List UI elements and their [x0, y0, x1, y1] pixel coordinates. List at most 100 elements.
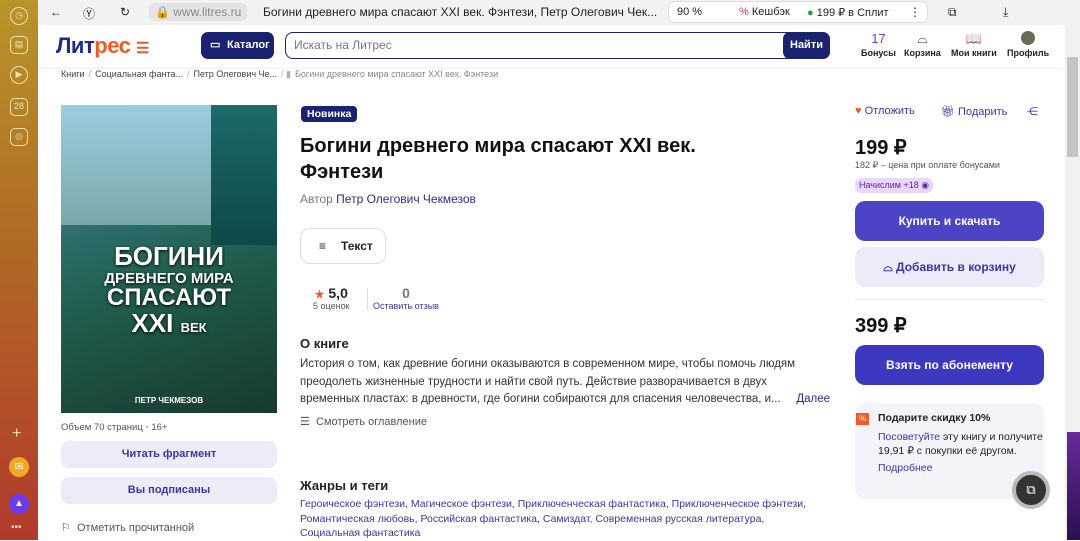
tag-link[interactable]: Героическое фэнтези [300, 498, 405, 510]
subscribe-button[interactable]: Взять по абонементу [855, 345, 1044, 385]
split-label: 199 ₽ в Сплит [816, 7, 889, 19]
profile-label: Профиль [1007, 48, 1050, 58]
cart-label: Корзина [904, 48, 941, 58]
breadcrumb-item[interactable]: Петр Олегович Че... [193, 69, 277, 79]
download-icon[interactable]: ⤓ [1003, 5, 1008, 20]
mail-icon[interactable]: ✉ [9, 457, 29, 477]
media-icon[interactable]: ▶ [10, 66, 28, 84]
basket-icon: ⌓ [917, 31, 928, 46]
tag-link[interactable]: Социальная фантастика [300, 527, 420, 539]
logo-accent: рес [94, 33, 131, 58]
share-icon[interactable]: ⋲ [1027, 105, 1038, 118]
reviews[interactable]: 0 Оставить отзыв [373, 285, 439, 311]
new-badge: Новинка [301, 106, 358, 122]
tab-title: Богини древнего мира спасают XXI век. Фэ… [263, 5, 658, 19]
breadcrumb-item[interactable]: Социальная фанта... [95, 69, 183, 79]
bonus-link[interactable]: 17 Бонусы [861, 31, 896, 58]
tag-link[interactable]: Российская фантастика [421, 513, 538, 525]
catalog-label: Каталог [227, 39, 270, 51]
basket-icon: ⌓ [883, 260, 893, 274]
book-icon: 📖 [965, 31, 982, 46]
breadcrumb: Книги / Социальная фанта... / Петр Олегович … [61, 69, 499, 79]
toc-link[interactable]: ☰ Смотреть оглавление [300, 415, 427, 428]
discount-icon: % [856, 413, 869, 425]
buy-button[interactable]: Купить и скачать [855, 201, 1044, 241]
cashback-label: Кешбэк [751, 6, 790, 18]
my-books-link[interactable]: 📖 Мои книги [951, 31, 997, 58]
bonus-count: 17 [871, 31, 886, 46]
cover-author: ПЕТР ЧЕКМЕЗОВ [134, 396, 204, 405]
price: 199 ₽ [855, 137, 907, 159]
genre-tags: Героическое фэнтези, Магическое фэнтези,… [300, 498, 807, 539]
gift-button[interactable]: 🎁︎ Подарить [941, 105, 1007, 118]
litres-logo[interactable]: Литрес ☰ [56, 33, 149, 59]
book-description: История о том, как древние богини оказыв… [300, 356, 830, 409]
history-icon[interactable]: ◷ [10, 7, 28, 25]
book-cover[interactable]: БОГИНИ ДРЕВНЕГО МИРА СПАСАЮТ XXI ВЕК ПЕТР Ч… [61, 105, 277, 413]
list-icon: ☰ [300, 416, 310, 428]
author-link[interactable]: Петр Олегович Чекмезов [336, 192, 476, 206]
book-meta: Объем 70 страниц • 16+ [61, 422, 168, 433]
search-placeholder: Искать на Литрес [294, 38, 392, 52]
split-button[interactable]: ● 199 ₽ в Сплит [807, 6, 889, 19]
tag-link[interactable]: Приключенческая фантастика [518, 498, 666, 510]
url-field[interactable]: 🔒 www.litres.ru [149, 3, 248, 21]
subscription-price: 399 ₽ [855, 315, 907, 337]
yandex-icon[interactable]: Ⓨ [83, 5, 95, 22]
browser-sidebar: ◷ ▤ ▶ 28 ◎ + ✉ ▲ ••• [0, 0, 38, 540]
flag-icon: ⚐ [61, 522, 71, 534]
zoom-level[interactable]: 90 % [677, 6, 702, 18]
tag-link[interactable]: Магическое фэнтези [411, 498, 512, 510]
cashback-button[interactable]: % Кешбэк [739, 6, 790, 18]
avatar [1007, 31, 1049, 48]
breadcrumb-item[interactable]: Книги [61, 69, 85, 79]
text-icon: ≡ [319, 239, 327, 253]
format-label: Текст [341, 239, 373, 253]
catalog-button[interactable]: ▭ Каталог [201, 32, 274, 59]
cart-link[interactable]: ⌓ Корзина [904, 31, 941, 58]
collections-icon[interactable]: ▤ [10, 36, 28, 54]
reload-icon[interactable]: ↻ [120, 5, 130, 19]
extensions-icon[interactable]: ⧉ [948, 5, 957, 20]
profile-link[interactable]: Профиль [1007, 31, 1049, 58]
search-button[interactable]: Найти [783, 31, 830, 59]
subscribed-button[interactable]: Вы подписаны [61, 477, 277, 504]
browser-widgets: 90 % % Кешбэк ● 199 ₽ в Сплит ⋮ [668, 1, 928, 23]
my-books-label: Мои книги [951, 48, 997, 58]
author-line: Автор Петр Олегович Чекмезов [300, 192, 476, 206]
add-to-cart-button[interactable]: ⌓ Добавить в корзину [855, 247, 1044, 287]
details-link[interactable]: Подробнее [878, 461, 1044, 475]
search-input[interactable]: Искать на Литрес Найти [285, 31, 830, 59]
tag-link[interactable]: Приключенческое фэнтези [672, 498, 804, 510]
alice-icon[interactable]: ▲ [9, 494, 29, 514]
add-icon[interactable]: + [12, 425, 21, 443]
bonus-label: Бонусы [861, 48, 896, 58]
chat-icon[interactable]: ⧉ [1012, 471, 1050, 509]
recommend-link[interactable]: Посоветуйте [878, 431, 940, 443]
tag-link[interactable]: Романтическая любовь [300, 513, 415, 525]
calendar-icon[interactable]: 28 [10, 98, 28, 116]
read-fragment-button[interactable]: Читать фрагмент [61, 441, 277, 468]
mark-read-label: Отметить прочитанной [77, 522, 195, 534]
heart-icon: ♥ [855, 105, 862, 117]
browser-toolbar: ← Ⓨ ↻ 🔒 www.litres.ru Богини древнего ми… [38, 0, 1080, 25]
site-header: Литрес ☰ ▭ Каталог Искать на Литрес Найти … [38, 25, 1065, 67]
screenshot-icon[interactable]: ◎ [10, 128, 28, 146]
star-icon: ★ [314, 289, 325, 301]
accrual-badge: Начислим +18 ◉ [855, 178, 934, 193]
mark-read-button[interactable]: ⚐ Отметить прочитанной [61, 521, 194, 534]
logo-text: Лит [56, 33, 95, 58]
url-text: www.litres.ru [173, 5, 242, 19]
more-link[interactable]: Далее [792, 391, 830, 409]
format-text-button[interactable]: ≡ Текст [300, 228, 386, 264]
video-overlay[interactable] [1067, 432, 1080, 540]
menu-icon[interactable]: ⋮ [909, 5, 921, 19]
tag-link[interactable]: Самиздат [543, 513, 590, 525]
back-icon[interactable]: ← [50, 5, 62, 19]
tag-link[interactable]: Современная русская литература [595, 513, 761, 525]
defer-button[interactable]: ♥ Отложить [855, 105, 915, 117]
breadcrumb-current: Богини древнего мира спасают XXI век. Фэ… [295, 69, 499, 79]
more-icon[interactable]: ••• [11, 522, 22, 533]
gift-icon: 🎁︎ [941, 106, 955, 118]
about-heading: О книге [300, 336, 349, 351]
